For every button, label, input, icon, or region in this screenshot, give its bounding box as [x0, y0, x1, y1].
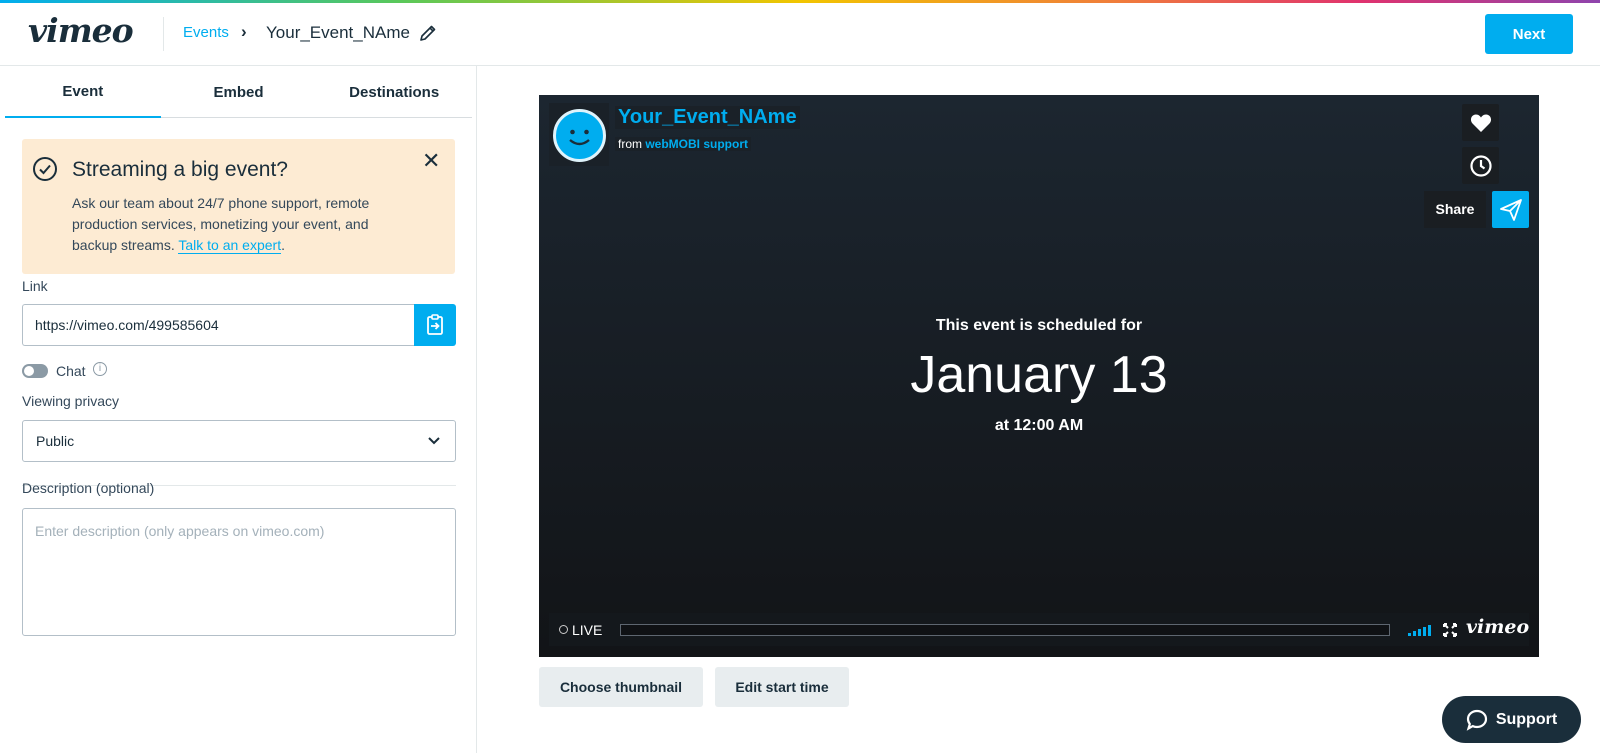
promo-title: Streaming a big event?	[72, 158, 288, 181]
streaming-promo-banner: Streaming a big event? ✕ Ask our team ab…	[22, 139, 455, 274]
promo-trailing: .	[281, 237, 285, 253]
volume-icon[interactable]	[1408, 624, 1434, 636]
promo-body: Ask our team about 24/7 phone support, r…	[72, 193, 412, 256]
smiley-icon	[569, 129, 590, 146]
like-button[interactable]	[1462, 104, 1499, 141]
header-divider	[163, 17, 164, 51]
paper-plane-icon	[1499, 198, 1522, 221]
settings-tabs: Event Embed Destinations	[5, 66, 472, 118]
privacy-label: Viewing privacy	[22, 393, 120, 409]
scheduled-label: This event is scheduled for	[935, 317, 1143, 334]
link-field[interactable]	[22, 304, 415, 346]
support-label: Support	[1495, 710, 1558, 728]
choose-thumbnail-button[interactable]: Choose thumbnail	[539, 667, 703, 707]
live-label: LIVE	[572, 622, 603, 638]
link-label: Link	[22, 278, 48, 294]
clock-icon	[1469, 154, 1492, 177]
player-title[interactable]: Your_Event_NAme	[615, 106, 800, 129]
copy-link-button[interactable]	[414, 304, 456, 346]
check-circle-icon	[33, 157, 57, 181]
share-button[interactable]	[1492, 191, 1529, 228]
scheduled-time: at 12:00 AM	[994, 417, 1084, 434]
player-user-link[interactable]: webMOBI support	[645, 137, 748, 151]
video-player[interactable]: Your_Event_NAme from webMOBI support Thi…	[539, 95, 1539, 657]
privacy-value: Public	[36, 433, 75, 449]
from-text: from	[618, 137, 642, 151]
heart-icon	[1470, 114, 1491, 132]
talk-to-expert-link[interactable]: Talk to an expert	[178, 237, 282, 254]
avatar[interactable]	[553, 109, 606, 162]
description-field[interactable]	[22, 508, 456, 636]
watch-later-button[interactable]	[1462, 147, 1499, 184]
tab-event[interactable]: Event	[5, 66, 161, 118]
live-indicator-icon	[559, 625, 568, 634]
breadcrumb-events-link[interactable]: Events	[183, 24, 229, 41]
top-bar: vimeo Events › Your_Event_NAme Next	[0, 3, 1600, 66]
tab-embed[interactable]: Embed	[161, 66, 317, 118]
chevron-down-icon	[428, 437, 440, 445]
tab-destinations[interactable]: Destinations	[316, 66, 472, 118]
scheduled-date: January 13	[910, 346, 1168, 404]
chat-label: Chat	[56, 363, 86, 379]
clipboard-icon	[427, 314, 443, 335]
progress-bar[interactable]	[620, 624, 1390, 636]
support-button[interactable]: Support	[1442, 696, 1581, 743]
description-label: Description (optional)	[22, 480, 155, 496]
player-controls: LIVE vimeo	[549, 613, 1529, 646]
close-icon[interactable]: ✕	[422, 150, 440, 172]
fullscreen-icon[interactable]	[1443, 623, 1457, 637]
chat-bubble-icon	[1466, 709, 1487, 731]
next-button[interactable]: Next	[1485, 14, 1573, 54]
viewing-privacy-select[interactable]: Public	[22, 420, 456, 462]
player-byline: from webMOBI support	[615, 137, 752, 151]
settings-panel: Event Embed Destinations Streaming a big…	[0, 66, 477, 753]
player-vimeo-logo[interactable]: vimeo	[1466, 616, 1529, 638]
edit-pencil-icon[interactable]	[418, 23, 438, 43]
info-icon[interactable]: i	[93, 362, 107, 376]
share-label: Share	[1424, 191, 1486, 228]
breadcrumb-event-name: Your_Event_NAme	[266, 23, 410, 42]
chat-toggle[interactable]	[22, 364, 48, 378]
vimeo-logo[interactable]: vimeo	[28, 11, 134, 50]
edit-start-time-button[interactable]: Edit start time	[715, 667, 849, 707]
breadcrumb-separator: ›	[241, 22, 247, 41]
